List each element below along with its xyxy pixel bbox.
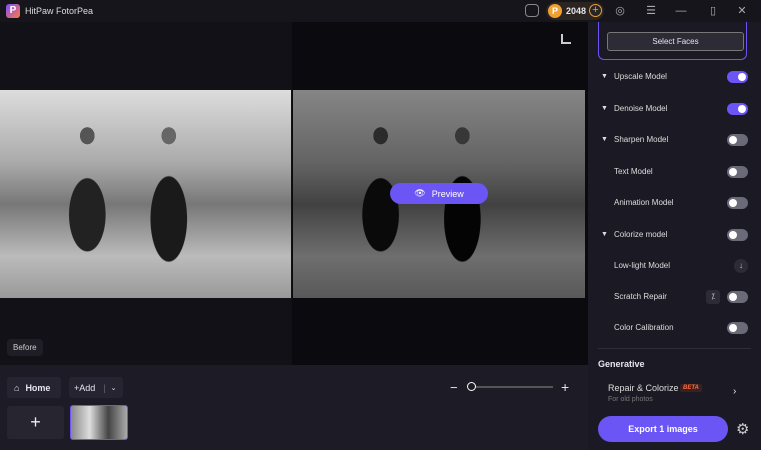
zoom-slider[interactable] (470, 386, 553, 388)
caret-down-icon[interactable]: ▼ (601, 231, 608, 238)
model-row-color-calibration: Color Calibration (588, 321, 761, 335)
caret-down-icon[interactable]: ▼ (601, 136, 608, 143)
model-label: Colorize model (614, 230, 668, 239)
title-bar: P HitPaw FotorPea P 2048 + ◎ ☰ — ▯ ✕ (0, 0, 761, 22)
export-button[interactable]: Export 1 images (598, 416, 728, 442)
caret-down-icon[interactable]: ▼ (601, 73, 608, 80)
discord-icon[interactable] (525, 4, 539, 17)
add-label: Add (79, 382, 96, 393)
before-image (0, 90, 291, 298)
model-row-lowlight: Low-light Model ↓ (588, 259, 761, 273)
minimize-icon[interactable]: — (673, 3, 689, 19)
caret-down-icon[interactable]: ▼ (601, 105, 608, 112)
model-label: Low-light Model (614, 261, 671, 270)
model-label: Denoise Model (614, 104, 668, 113)
close-icon[interactable]: ✕ (734, 3, 750, 19)
add-button[interactable]: + Add | ⌄ (69, 377, 123, 398)
beta-badge: BETA (680, 384, 702, 392)
download-icon[interactable]: ↓ (734, 259, 748, 273)
sharpen-toggle[interactable] (727, 134, 748, 146)
preview-button[interactable]: 👁 Preview (390, 183, 488, 204)
model-label: Scratch Repair (614, 292, 667, 301)
model-row-upscale: ▼ Upscale Model (588, 70, 761, 84)
bottom-bar: ⌂ Home + Add | ⌄ + − + (0, 365, 588, 450)
home-icon: ⌂ (14, 382, 20, 393)
maximize-icon[interactable]: ▯ (705, 3, 721, 19)
zoom-in-icon[interactable]: + (561, 379, 569, 395)
select-faces-button[interactable]: Select Faces (607, 32, 744, 51)
menu-icon[interactable]: ☰ (643, 3, 659, 19)
coin-balance[interactable]: P 2048 + (546, 2, 604, 20)
zoom-slider-handle[interactable] (467, 382, 476, 391)
divider: | (103, 382, 106, 393)
generative-heading: Generative (598, 359, 645, 369)
settings-panel: Select Faces ▼ Upscale Model ▼ Denoise Mod… (588, 22, 761, 450)
model-label: Upscale Model (614, 72, 667, 81)
zoom-out-icon[interactable]: − (450, 380, 458, 395)
magic-brush-icon[interactable]: ⁒ (706, 290, 720, 304)
home-button[interactable]: ⌂ Home (7, 377, 61, 398)
repair-colorize-item[interactable]: Repair & Colorize (608, 383, 679, 393)
scratch-toggle[interactable] (727, 291, 748, 303)
gear-icon[interactable]: ⚙ (736, 420, 749, 438)
model-label: Color Calibration (614, 323, 674, 332)
model-row-animation: Animation Model (588, 196, 761, 210)
eye-icon: 👁 (414, 188, 426, 198)
image-thumbnail[interactable] (70, 405, 128, 440)
home-label: Home (25, 382, 51, 393)
add-image-tile[interactable]: + (7, 406, 64, 439)
animation-toggle[interactable] (727, 197, 748, 209)
repair-subtitle: For old photos (608, 396, 653, 403)
preview-label: Preview (431, 188, 464, 199)
colorize-toggle[interactable] (727, 229, 748, 241)
divider (598, 348, 751, 349)
model-row-text: Text Model (588, 165, 761, 179)
model-row-denoise: ▼ Denoise Model (588, 102, 761, 116)
add-coins-icon[interactable]: + (589, 4, 602, 17)
model-label: Animation Model (614, 198, 674, 207)
chevron-right-icon[interactable]: › (733, 386, 736, 397)
text-toggle[interactable] (727, 166, 748, 178)
app-title: HitPaw FotorPea (25, 6, 94, 16)
before-badge: Before (7, 339, 43, 356)
account-icon[interactable]: ◎ (612, 3, 628, 19)
model-label: Text Model (614, 167, 653, 176)
crop-icon[interactable] (561, 34, 571, 44)
coin-icon: P (548, 4, 562, 18)
app-logo-icon: P (6, 4, 20, 18)
model-row-sharpen: ▼ Sharpen Model (588, 133, 761, 147)
chevron-down-icon[interactable]: ⌄ (111, 384, 117, 392)
denoise-toggle[interactable] (727, 103, 748, 115)
upscale-toggle[interactable] (727, 71, 748, 83)
model-row-colorize: ▼ Colorize model (588, 228, 761, 242)
color-calibration-toggle[interactable] (727, 322, 748, 334)
model-row-scratch: Scratch Repair ⁒ (588, 290, 761, 304)
model-label: Sharpen Model (614, 135, 669, 144)
coin-count: 2048 (566, 6, 587, 16)
